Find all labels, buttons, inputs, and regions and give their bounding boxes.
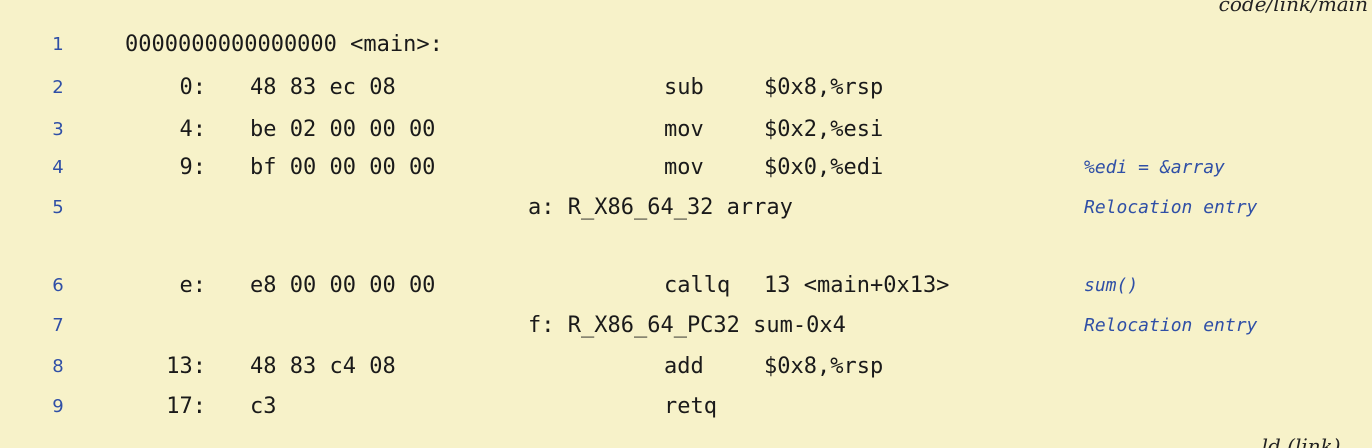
listing-row: 2 0: 48 83 ec 08 sub $0x8,%rsp (0, 72, 1372, 104)
listing-row: 6 e: e8 00 00 00 00 callq 13 <main+0x13>… (0, 270, 1372, 302)
relocation-entry: f: R_X86_64_PC32 sum-0x4 (528, 313, 846, 338)
listing-row: 9 17: c3 retq (0, 391, 1372, 423)
listing-row: 1 0000000000000000 <main>: (0, 29, 1372, 61)
instruction-operands: $0x0,%edi (764, 155, 884, 180)
instruction-bytes: 48 83 c4 08 (250, 354, 396, 379)
instruction-bytes: be 02 00 00 00 (250, 117, 436, 142)
annotation-comment: Relocation entry (1084, 197, 1258, 218)
instruction-mnemonic: sub (664, 75, 704, 100)
instruction-address: 17: (166, 394, 206, 419)
instruction-mnemonic: callq (664, 273, 731, 298)
instruction-operands: $0x8,%rsp (764, 75, 884, 100)
figure-footer-label: ld (link) ... (1261, 434, 1366, 448)
instruction-mnemonic: add (664, 354, 704, 379)
instruction-address: 13: (166, 354, 206, 379)
instruction-bytes: 48 83 ec 08 (250, 75, 396, 100)
instruction-mnemonic: mov (664, 117, 704, 142)
instruction-bytes: bf 00 00 00 00 (250, 155, 436, 180)
instruction-mnemonic: retq (664, 394, 717, 419)
instruction-bytes: e8 00 00 00 00 (250, 273, 436, 298)
instruction-address: 0: (179, 75, 207, 100)
line-number: 2 (52, 77, 64, 98)
instruction-mnemonic: mov (664, 155, 704, 180)
listing-row: 8 13: 48 83 c4 08 add $0x8,%rsp (0, 351, 1372, 383)
annotation-comment: %edi = &array (1084, 157, 1225, 178)
line-number: 1 (52, 34, 64, 55)
line-number: 4 (52, 157, 64, 178)
instruction-operands: 13 <main+0x13> (764, 273, 950, 298)
line-number: 8 (52, 356, 64, 377)
instruction-operands: $0x2,%esi (764, 117, 884, 142)
annotation-comment: Relocation entry (1084, 315, 1258, 336)
line-number: 6 (52, 275, 64, 296)
function-header: 0000000000000000 <main>: (125, 32, 443, 57)
line-number: 5 (52, 197, 64, 218)
listing-row: 7 f: R_X86_64_PC32 sum-0x4 Relocation en… (0, 310, 1372, 342)
relocation-entry: a: R_X86_64_32 array (528, 195, 793, 220)
instruction-address: 4: (179, 117, 207, 142)
instruction-address: e: (179, 273, 207, 298)
instruction-address: 9: (179, 155, 207, 180)
figure-source-label: code/link/main (1218, 0, 1368, 16)
line-number: 3 (52, 119, 64, 140)
listing-row: 4 9: bf 00 00 00 00 mov $0x0,%edi %edi =… (0, 152, 1372, 184)
listing-row: 5 a: R_X86_64_32 array Relocation entry (0, 192, 1372, 224)
listing-row: 3 4: be 02 00 00 00 mov $0x2,%esi (0, 114, 1372, 146)
instruction-bytes: c3 (250, 394, 277, 419)
line-number: 9 (52, 396, 64, 417)
line-number: 7 (52, 315, 64, 336)
instruction-operands: $0x8,%rsp (764, 354, 884, 379)
annotation-comment: sum() (1084, 275, 1139, 296)
